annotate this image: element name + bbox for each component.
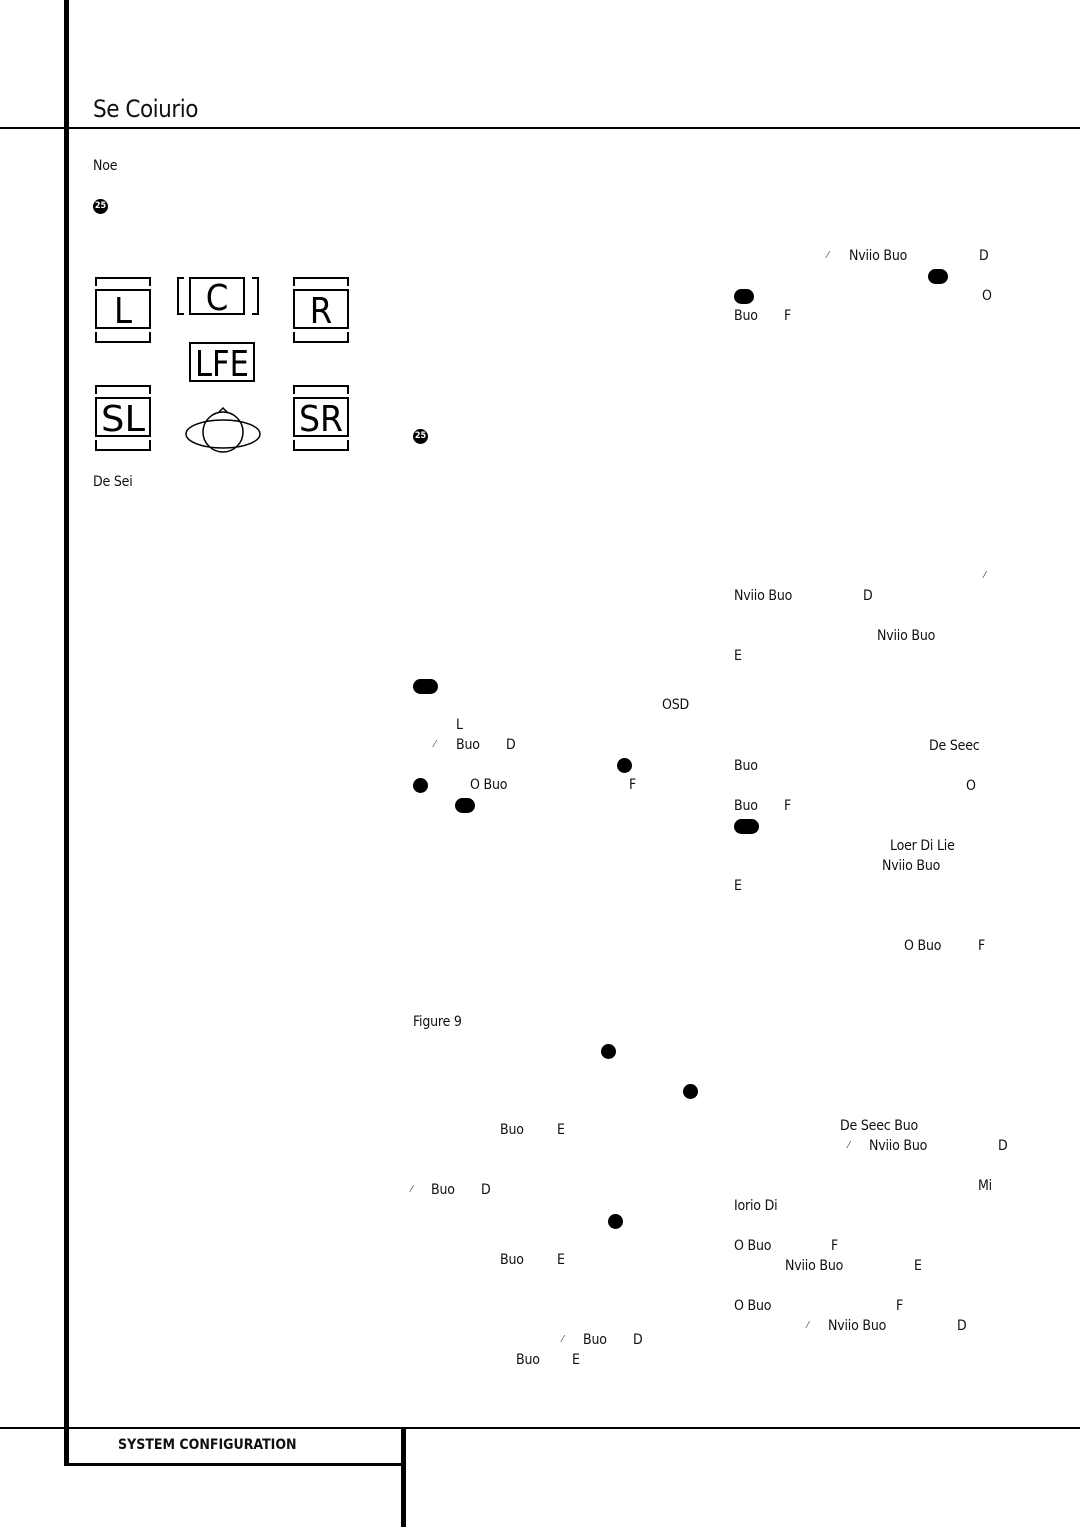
footer-vertical-rule — [401, 1428, 406, 1527]
figure-label: Figure 9 — [413, 1014, 462, 1030]
callout-badge — [683, 1084, 698, 1099]
ref-letter-o: O — [982, 288, 992, 304]
navigation-button-ref: Nviio Buo — [734, 588, 793, 604]
ref-letter-e: E — [557, 1252, 565, 1268]
ref-letter-f: F — [784, 798, 792, 814]
callout-badge — [608, 1214, 623, 1229]
navigation-button-ref: Nviio Buo — [882, 858, 941, 874]
ref-letter-o: O — [966, 778, 976, 794]
ref-letter-f: F — [978, 938, 986, 954]
button-ref: Buo — [583, 1332, 607, 1348]
button-ref: Buo — [431, 1182, 455, 1198]
callout-badge — [617, 758, 632, 773]
listener-head-icon — [185, 406, 261, 453]
navigation-button-ref: Nviio Buo — [869, 1138, 928, 1154]
ref-letter-f: F — [784, 308, 792, 324]
navigation-button-ref: Nviio Buo — [785, 1258, 844, 1274]
slash-glyph: ⁄ — [434, 739, 436, 750]
section-label: SYSTEM CONFIGURATION — [118, 1437, 297, 1453]
ref-letter-d: D — [863, 588, 873, 604]
button-ref: Buo — [500, 1122, 524, 1138]
header-rule — [0, 127, 1080, 129]
callout-badge — [413, 679, 438, 694]
callout-badge — [601, 1044, 616, 1059]
speaker-label-L: L — [114, 291, 132, 332]
slash-glyph: ⁄ — [807, 1320, 809, 1331]
ref-letter-d: D — [481, 1182, 491, 1198]
callout-badge — [928, 269, 948, 284]
page-title: Se Coiurio — [93, 95, 198, 123]
o-button-ref: O Buo — [734, 1238, 772, 1254]
speaker-label-R: R — [310, 291, 333, 332]
callout-badge — [734, 819, 759, 834]
ref-letter-d: D — [979, 248, 989, 264]
ref-letter-d: D — [506, 737, 516, 753]
ref-letter-d: D — [633, 1332, 643, 1348]
speaker-label-SL: SL — [101, 399, 145, 440]
o-button-ref: O Buo — [904, 938, 942, 954]
l-label: L — [456, 717, 463, 733]
ref-letter-e: E — [734, 878, 742, 894]
callout-badge-25: 25 — [413, 429, 428, 444]
ref-letter-d: D — [998, 1138, 1008, 1154]
slash-glyph: ⁄ — [562, 1334, 564, 1345]
button-ref: Buo — [500, 1252, 524, 1268]
lower-display-line-ref: Loer Di Lie — [890, 838, 955, 854]
ref-letter-e: E — [572, 1352, 580, 1368]
slash-glyph: ⁄ — [411, 1184, 413, 1195]
ref-letter-e: E — [557, 1122, 565, 1138]
slash-glyph: ⁄ — [827, 250, 829, 261]
callout-badge — [413, 778, 428, 793]
o-button-ref: O Buo — [734, 1298, 772, 1314]
o-button-ref: O Buo — [470, 777, 508, 793]
callout-badge — [455, 798, 475, 813]
delay-select-ref: De Seec — [929, 738, 980, 754]
speaker-label-C: C — [206, 278, 229, 319]
ref-letter-f: F — [831, 1238, 839, 1254]
button-ref: Buo — [734, 798, 758, 814]
footer-rule — [0, 1427, 1080, 1429]
navigation-button-ref: Nviio Buo — [877, 628, 936, 644]
button-ref: Buo — [734, 758, 758, 774]
navigation-button-ref: Nviio Buo — [849, 248, 908, 264]
ref-letter-e: E — [914, 1258, 922, 1274]
speaker-label-SR: SR — [299, 399, 343, 440]
monitor-display-ref: Iorio Di — [734, 1198, 778, 1214]
button-ref: Buo — [734, 308, 758, 324]
callout-badge-25: 25 — [93, 199, 108, 214]
delay-select-button-ref: De Seec Buo — [840, 1118, 919, 1134]
osd-label: OSD — [662, 697, 690, 713]
left-margin-rule — [64, 0, 69, 1466]
note-label: Noe — [93, 158, 118, 174]
button-ref: Buo — [456, 737, 480, 753]
ref-letter-f: F — [629, 777, 637, 793]
slash-glyph: ⁄ — [848, 1140, 850, 1151]
diagram-caption: De Sei — [93, 474, 133, 490]
speaker-label-LFE: LFE — [195, 344, 249, 385]
slash-glyph: ⁄ — [984, 570, 986, 581]
mi-label: Mi — [978, 1178, 992, 1194]
callout-badge — [734, 289, 754, 304]
button-ref: Buo — [516, 1352, 540, 1368]
ref-letter-e: E — [734, 648, 742, 664]
ref-letter-f: F — [896, 1298, 904, 1314]
footer-box-bottom-rule — [64, 1463, 404, 1466]
navigation-button-ref: Nviio Buo — [828, 1318, 887, 1334]
ref-letter-d: D — [957, 1318, 967, 1334]
speaker-layout-diagram: L C R LFE SL SR — [95, 277, 349, 453]
